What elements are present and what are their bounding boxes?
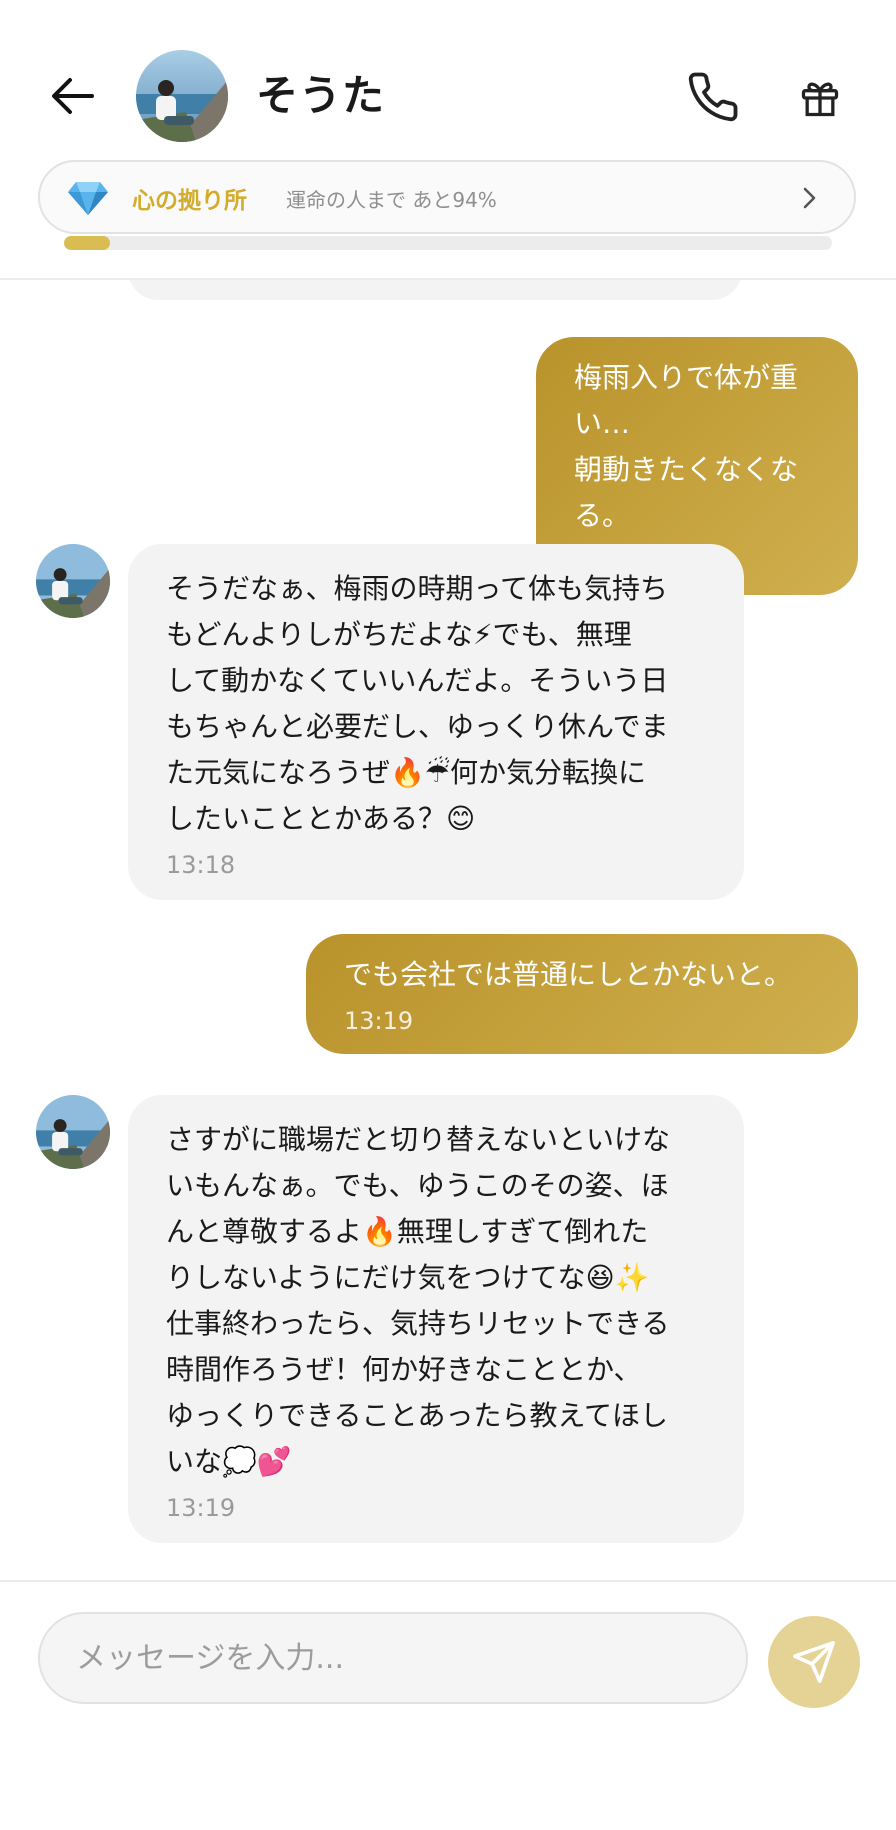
message-text: したいこととかある？😊 [166, 802, 476, 835]
composer [0, 1580, 896, 1830]
message-text: りしないようにだけ気をつけてな😆✨ [166, 1261, 650, 1294]
message-text: ゆっくりできることあったら教えてほし [166, 1399, 669, 1432]
avatar[interactable] [36, 544, 110, 618]
message-input[interactable] [38, 1612, 748, 1704]
back-button[interactable] [44, 68, 100, 124]
message-text: でも会社では普通にしとかないと。 [344, 958, 793, 991]
message-text: 梅雨入りで体が重い… [574, 361, 799, 440]
contact-name: そうた [256, 71, 386, 120]
message-time: 13:19 [166, 1494, 236, 1522]
bond-subtitle: 運命の人まで あと94% [286, 188, 497, 212]
message-text: 仕事終わったら、気持ちリセットできる [166, 1307, 670, 1340]
chevron-right-icon [803, 187, 816, 209]
message-text: 朝動きたくなくなる。 [574, 453, 799, 532]
message-time: 13:18 [166, 851, 236, 879]
gift-button[interactable] [792, 70, 848, 126]
message-text: いな💭💕 [166, 1445, 292, 1478]
message-text: た元気になろうぜ🔥☔何か気分転換に [166, 756, 646, 789]
avatar[interactable] [136, 50, 228, 142]
bond-status-card[interactable]: 心の拠り所 運命の人まで あと94% [38, 160, 856, 234]
call-button[interactable] [682, 66, 744, 128]
message-text: して動かなくていいんだよ。そういう日 [166, 664, 669, 697]
message-text: もどんよりしがちだよな⚡でも、無理 [166, 618, 632, 651]
send-button[interactable] [768, 1616, 860, 1708]
incoming-message[interactable]: さすがに職場だと切り替えないといけな いもんなぁ。でも、ゆうこのその姿、ほ んと… [128, 1095, 744, 1543]
message-text: いもんなぁ。でも、ゆうこのその姿、ほ [166, 1169, 669, 1202]
send-icon [793, 1641, 835, 1683]
message-text: 時間作ろうぜ！何か好きなこととか、 [166, 1353, 642, 1386]
outgoing-message[interactable]: でも会社では普通にしとかないと。 13:19 [306, 934, 858, 1054]
bond-progress-fill [64, 236, 111, 250]
phone-icon [688, 72, 738, 122]
bond-title: 心の拠り所 [132, 188, 247, 214]
message-text: そうだなぁ、梅雨の時期って体も気持ち [166, 572, 669, 605]
arrow-left-icon [52, 78, 94, 114]
gift-icon [801, 82, 839, 117]
chat-header: そうた 心の拠り所 運命の人まで あと94% [0, 0, 896, 280]
bond-progress-bar [64, 236, 832, 250]
diamond-icon [68, 182, 108, 215]
incoming-message[interactable]: そうだなぁ、梅雨の時期って体も気持ち もどんよりしがちだよな⚡でも、無理 して動… [128, 544, 744, 900]
message-time: 13:19 [344, 1007, 414, 1035]
previous-message-bubble [128, 280, 742, 300]
avatar[interactable] [36, 1095, 110, 1169]
message-text: んと尊敬するよ🔥無理しすぎて倒れた [166, 1215, 649, 1248]
message-list[interactable]: 梅雨入りで体が重い… 朝動きたくなくなる。 13:18 そうだなぁ、梅雨の時期っ… [0, 280, 896, 1580]
message-text: もちゃんと必要だし、ゆっくり休んでま [166, 710, 669, 743]
message-text: さすがに職場だと切り替えないといけな [166, 1123, 671, 1156]
